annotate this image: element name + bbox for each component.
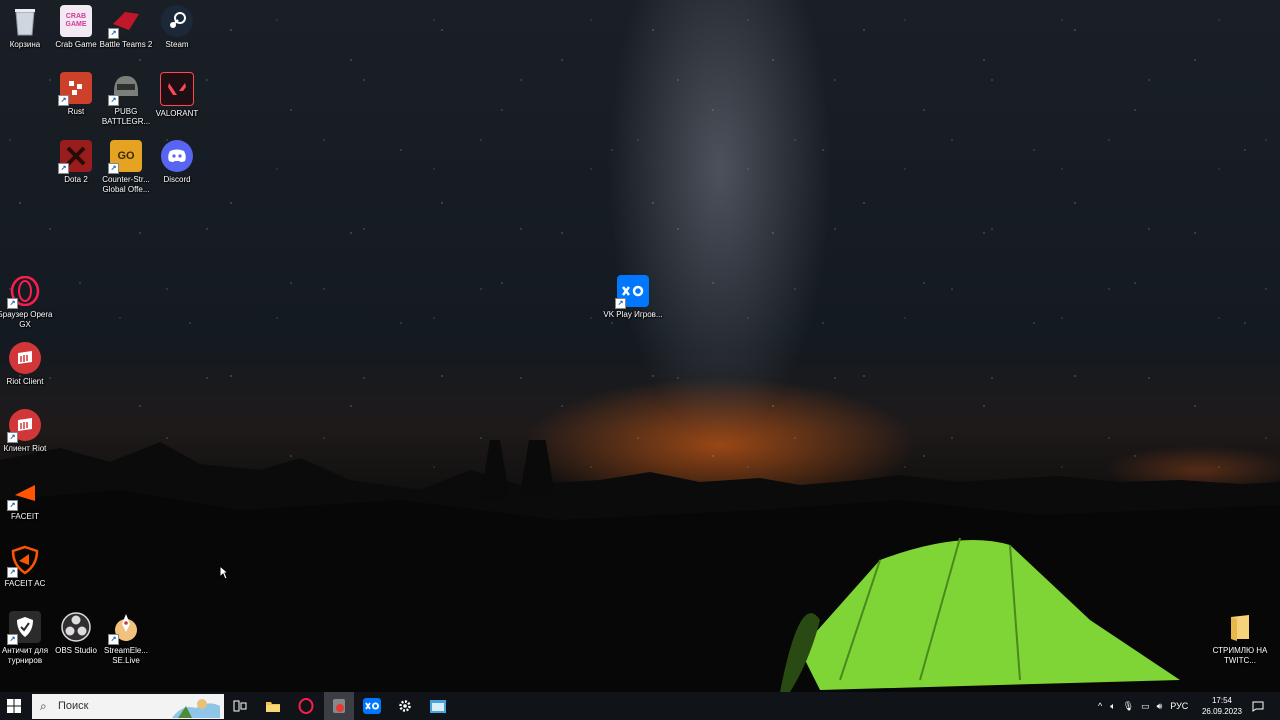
faceit-icon: ↗ xyxy=(7,477,41,511)
desktop-icon-label: StreamEle... SE.Live xyxy=(103,646,148,665)
crab-game-icon: CRAB GAME xyxy=(60,5,92,37)
pubg-helmet-icon: ↗ xyxy=(108,72,142,106)
shortcut-arrow-icon: ↗ xyxy=(7,298,18,309)
desktop-icon-label: VK Play Игров... xyxy=(603,310,663,319)
steam-icon xyxy=(161,5,193,37)
desktop-icon-label: Клиент Riot xyxy=(3,444,47,453)
taskbar-vkplay[interactable] xyxy=(357,692,387,720)
taskbar-file-explorer[interactable] xyxy=(258,692,288,720)
show-hidden-icons-chevron-icon[interactable]: ^ xyxy=(1098,701,1102,711)
volume-icon[interactable]: 🔈︎ xyxy=(1110,701,1115,712)
opera-gx-icon xyxy=(298,698,314,714)
shortcut-arrow-icon: ↗ xyxy=(108,95,119,106)
clock-time: 17:54 xyxy=(1211,696,1233,705)
folder-icon xyxy=(1224,611,1256,643)
speaker-icon[interactable]: 🔊︎ xyxy=(1157,701,1163,712)
taskbar-search-box[interactable]: ⌕ Поиск xyxy=(32,694,224,719)
desktop-icon-label: Браузер Opera GX xyxy=(0,310,53,329)
desktop-icon-streamelements[interactable]: ↗ StreamEle... SE.Live xyxy=(96,611,156,666)
desktop-icon-vkplay[interactable]: ↗ VK Play Игров... xyxy=(603,275,663,320)
desktop-icon-discord[interactable]: Discord xyxy=(147,140,207,185)
taskbar-app-window[interactable] xyxy=(423,692,453,720)
windows-start-icon[interactable] xyxy=(6,698,22,714)
csgo-logo-text: GO xyxy=(117,150,135,162)
riot-client-icon xyxy=(9,342,41,374)
desktop-icon-label: VALORANT xyxy=(155,109,199,118)
file-explorer-folder-icon xyxy=(266,701,280,712)
taskbar-settings[interactable] xyxy=(390,692,420,720)
desktop-icon-folder-twitch[interactable]: СТРИМЛЮ НА TWITC... xyxy=(1210,611,1270,666)
vkplay-icon xyxy=(363,698,381,714)
desktop-icon-label: Steam xyxy=(165,40,189,49)
action-center-button[interactable] xyxy=(1244,692,1272,720)
anticheat-shield-icon: ↗ xyxy=(7,611,41,645)
faceit-ac-shield-icon: ↗ xyxy=(7,544,41,578)
battle-teams-icon: ↗ xyxy=(108,5,142,39)
task-view-icon xyxy=(233,700,247,712)
input-language-indicator[interactable]: РУС xyxy=(1170,701,1188,711)
desktop-icon-riot-client-ru[interactable]: ↗ Клиент Riot xyxy=(0,409,55,454)
shortcut-arrow-icon: ↗ xyxy=(7,567,18,578)
obs-studio-icon xyxy=(60,611,92,643)
gear-icon xyxy=(399,700,411,712)
taskbar-clock[interactable]: 17:54 26.09.2023 xyxy=(1198,695,1246,717)
taskbar-active-app[interactable] xyxy=(324,692,354,720)
shortcut-arrow-icon: ↗ xyxy=(58,95,69,106)
dota2-icon: ↗ xyxy=(58,140,92,174)
clock-date: 26.09.2023 xyxy=(1201,707,1243,716)
csgo-icon: GO ↗ xyxy=(108,140,142,174)
screen-recorder-icon xyxy=(333,699,345,713)
desktop-icon-label: FACEIT AC xyxy=(4,579,46,588)
crab-game-logo-text: CRAB GAME xyxy=(65,13,87,28)
desktop-icon-opera-gx[interactable]: ↗ Браузер Opera GX xyxy=(0,275,55,330)
search-placeholder: Поиск xyxy=(58,700,89,712)
discord-icon xyxy=(161,140,193,172)
search-highlight-illustration-icon xyxy=(172,699,220,718)
app-window-icon xyxy=(430,699,446,713)
task-view-button[interactable] xyxy=(225,692,255,720)
riot-client-icon: ↗ xyxy=(7,409,41,443)
opera-gx-icon: ↗ xyxy=(7,275,41,309)
notification-icon xyxy=(1252,701,1264,712)
desktop-icon-label: Discord xyxy=(163,175,191,184)
shortcut-arrow-icon: ↗ xyxy=(615,298,626,309)
microphone-icon[interactable]: 🎙︎ xyxy=(1123,701,1134,712)
shortcut-arrow-icon: ↗ xyxy=(7,432,18,443)
desktop-icon-label: FACEIT xyxy=(10,512,39,521)
shortcut-arrow-icon: ↗ xyxy=(108,634,119,645)
desktop-icon-faceit-ac[interactable]: ↗ FACEIT AC xyxy=(0,544,55,589)
system-tray: ^ 🔈︎ 🎙︎ ▭ 🔊︎ РУС xyxy=(1098,692,1188,720)
network-icon[interactable]: ▭ xyxy=(1141,701,1150,712)
vkplay-icon: ↗ xyxy=(615,275,649,309)
desktop-icon-valorant[interactable]: VALORANT xyxy=(147,72,207,119)
taskbar: ⌕ Поиск ^ 🔈︎ 🎙︎ ▭ 🔊︎ РУС 17:54 26.09.202… xyxy=(0,692,1280,720)
shortcut-arrow-icon: ↗ xyxy=(108,163,119,174)
recycle-bin-icon xyxy=(9,5,41,37)
desktop-icon-label: Riot Client xyxy=(6,377,44,386)
desktop-icon-steam[interactable]: Steam xyxy=(147,5,207,50)
valorant-icon xyxy=(160,72,194,106)
shortcut-arrow-icon: ↗ xyxy=(7,634,18,645)
mouse-cursor-icon xyxy=(219,565,229,580)
desktop-icon-riot-client[interactable]: Riot Client xyxy=(0,342,55,387)
desktop-icon-faceit[interactable]: ↗ FACEIT xyxy=(0,477,55,522)
taskbar-opera-gx[interactable] xyxy=(291,692,321,720)
rust-icon: ↗ xyxy=(58,72,92,106)
tent-illustration xyxy=(780,537,1180,692)
desktop-icon-label: СТРИМЛЮ НА TWITC... xyxy=(1212,646,1268,665)
shortcut-arrow-icon: ↗ xyxy=(108,28,119,39)
shortcut-arrow-icon: ↗ xyxy=(58,163,69,174)
streamelements-rocket-icon: ↗ xyxy=(108,611,142,645)
shortcut-arrow-icon: ↗ xyxy=(7,500,18,511)
search-icon: ⌕ xyxy=(40,699,47,713)
